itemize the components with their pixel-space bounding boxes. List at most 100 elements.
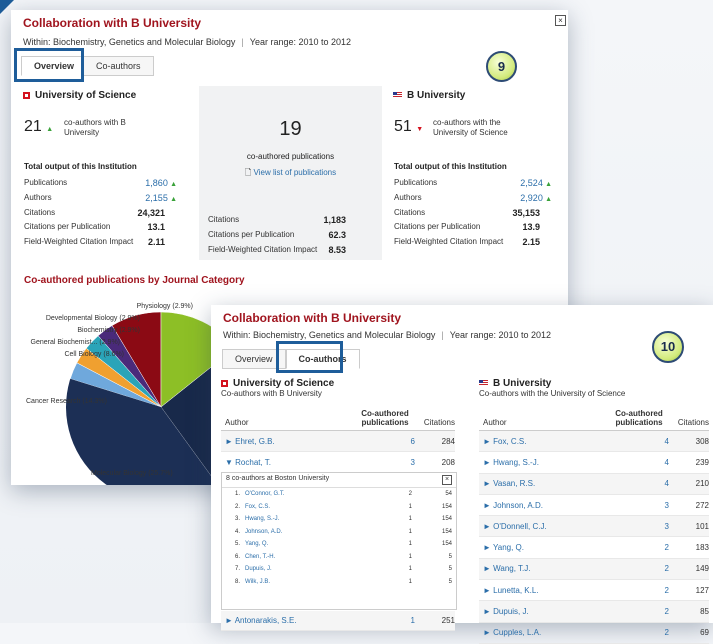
table-row[interactable]: ► Hwang, S.-J. 4 239 [479,452,709,474]
author-link[interactable]: Hwang, S.-J. [245,516,382,522]
list-item[interactable]: 8. Wilk, J.B. 1 5 [222,576,456,589]
table-row[interactable]: ► Cupples, L.A. 2 69 [479,623,709,644]
author-link[interactable]: ▼ Rochat, T. [221,458,355,467]
table-header: Author Co-authored publications Citation… [221,409,455,431]
table-row[interactable]: ► Antonarakis, S.E. 1 251 [221,611,455,631]
author-link[interactable]: O'Connor, G.T. [245,491,382,497]
author-text: Cupples, L.A. [493,628,542,638]
left-top-rows: ► Ehret, G.B. 6 284 ▼ Rochat, T. 3 208 [221,431,455,473]
stat-value: 1,860 [145,178,168,188]
author-link[interactable]: Johnson, A.D. [245,529,382,535]
pie-label: Physiology (2.9%) [136,303,193,310]
table-row[interactable]: ► Yang, Q. 2 183 [479,537,709,559]
table-row[interactable]: ► Johnson, A.D. 3 272 [479,495,709,517]
author-link[interactable]: Dupuis, J. [245,566,382,572]
stat-row: Authors 2,155 ▲ [24,193,177,203]
close-icon[interactable]: × [442,475,452,485]
copubs-value: 2 [664,564,669,574]
stat-value-wrap: 62.3 [328,230,358,240]
author-link[interactable]: ► Wang, T.J. [479,564,609,573]
row-number: 2. [234,503,240,510]
tab-coauthors[interactable]: Co-authors [83,56,154,76]
author-link[interactable]: Chen, T.-H. [245,554,382,560]
citations-value: 85 [700,607,709,617]
stat-value-wrap: 2,920 ▲ [520,193,552,203]
left-coauthors-table: Author Co-authored publications Citation… [221,409,455,473]
citations-value: 149 [695,564,709,574]
author-link[interactable]: ► Lunetta, K.L. [479,586,609,595]
stat-label: Citations per Publication [208,229,295,239]
author-text: O'Donnell, C.J. [493,521,547,531]
author-link[interactable]: Wilk, J.B. [245,579,382,585]
view-publications-link[interactable]: 🗋 View list of publications [199,167,382,181]
table-row[interactable]: ► Vasan, R.S. 4 210 [479,473,709,495]
stat-value: 2.15 [522,237,540,248]
citations-value: 183 [695,543,709,553]
stat-value-wrap: 35,153 [512,208,552,218]
close-icon[interactable]: × [555,15,566,26]
author-link[interactable]: ► Fox, C.S. [479,437,609,446]
table-row[interactable]: ► O'Donnell, C.J. 3 101 [479,516,709,538]
table-row[interactable]: ► Ehret, G.B. 6 284 [221,431,455,452]
list-item[interactable]: 2. Fox, C.S. 1 154 [222,501,456,514]
list-item[interactable]: 3. Hwang, S.-J. 1 154 [222,513,456,526]
year-range-text: Year range: 2010 to 2012 [449,330,552,340]
stat-row: Authors 2,920 ▲ [394,193,552,203]
pie-label: Biochemistry (2.9%) [77,327,140,334]
citations-value: 154 [441,528,452,535]
right-subtitle: Co-authors with the University of Scienc… [479,389,626,398]
trend-up-icon: ▲ [170,181,177,188]
journal-category-title: Co-authored publications by Journal Cate… [24,275,245,286]
citations-value: 54 [445,491,452,498]
author-link[interactable]: ► Yang, Q. [479,543,609,552]
left-bottom-row: ► Antonarakis, S.E. 1 251 [221,611,455,631]
author-link[interactable]: ► Antonarakis, S.E. [221,616,355,625]
stat-row: Citations 1,183 [208,215,358,225]
author-text: Vasan, R.S. [493,479,536,489]
panel-title: Collaboration with B University [23,16,202,30]
table-header: Author Co-authored publications Citation… [479,409,709,431]
stat-row: Field-Weighted Citation Impact 8.53 [208,245,358,255]
copubs-value: 1 [408,528,412,535]
author-link[interactable]: ► Hwang, S.-J. [479,458,609,467]
citations-value: 101 [695,521,709,531]
table-row[interactable]: ► Dupuis, J. 2 85 [479,601,709,623]
count-text: 21 [24,118,42,135]
author-text: Fox, C.S. [493,436,527,446]
author-link[interactable]: ► Ehret, G.B. [221,437,355,446]
list-item[interactable]: 7. Dupuis, J. 1 5 [222,563,456,576]
coauthors-panel: Collaboration with B University Within: … [211,305,713,644]
table-row[interactable]: ► Wang, T.J. 2 149 [479,558,709,581]
list-item[interactable]: 6. Chen, T.-H. 1 5 [222,551,456,564]
within-text: Within: Biochemistry, Genetics and Molec… [23,37,236,47]
stat-label: Field-Weighted Citation Impact [208,244,318,254]
stat-value: 62.3 [328,229,346,240]
stat-value: 24,321 [137,207,165,218]
list-item[interactable]: 1. O'Connor, G.T. 2 54 [222,488,456,501]
table-row[interactable]: ▼ Rochat, T. 3 208 [221,452,455,473]
citations-value: 5 [448,553,452,560]
list-item[interactable]: 5. Yang, Q. 1 154 [222,538,456,551]
flag-icon [221,379,228,387]
flag-icon [23,91,30,99]
highlight-box [276,341,343,373]
author-link[interactable]: Yang, Q. [245,541,382,547]
copub-label: co-authored publications [246,152,335,161]
list-item[interactable]: 4. Johnson, A.D. 1 154 [222,526,456,539]
author-link[interactable]: ► O'Donnell, C.J. [479,522,609,531]
stat-label: Authors [24,192,52,202]
citations-value: 308 [695,436,709,446]
table-row[interactable]: ► Fox, C.S. 4 308 [479,431,709,453]
flag-icon [479,380,488,387]
author-link[interactable]: ► Dupuis, J. [479,607,609,616]
left-coauthor-count: 21 ▲ [24,118,53,136]
copubs-value: 1 [408,541,412,548]
author-link[interactable]: ► Cupples, L.A. [479,628,609,637]
expanded-header-text: 8 co-authors at Boston University [226,475,330,482]
author-link[interactable]: ► Vasan, R.S. [479,479,609,488]
copubs-value: 1 [408,566,412,573]
author-link[interactable]: ► Johnson, A.D. [479,501,609,510]
table-row[interactable]: ► Lunetta, K.L. 2 127 [479,580,709,602]
author-link[interactable]: Fox, C.S. [245,504,382,510]
copubs-value: 2 [408,491,412,498]
